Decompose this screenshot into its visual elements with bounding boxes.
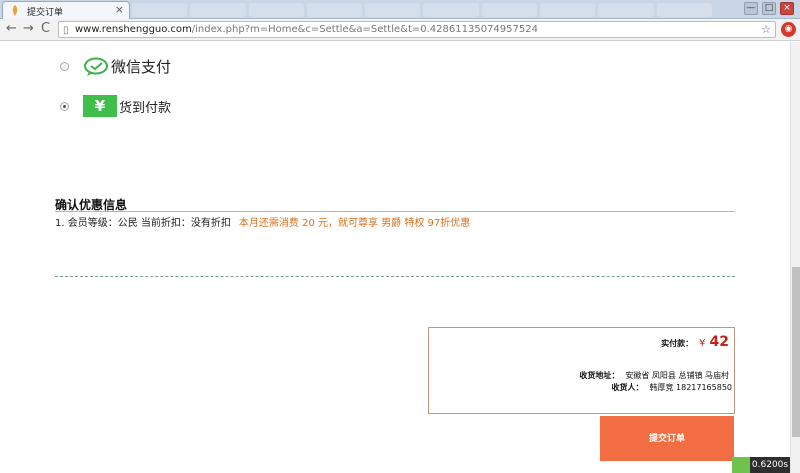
currency-symbol: ¥ bbox=[699, 338, 706, 349]
submit-order-button[interactable]: 提交订单 bbox=[600, 416, 734, 461]
page-scrollbar[interactable] bbox=[790, 42, 800, 473]
tab[interactable] bbox=[306, 3, 363, 17]
page-icon: ▯ bbox=[63, 25, 69, 36]
member-level-text: 1. 会员等级：公民 当前折扣：没有折扣 bbox=[55, 218, 231, 229]
window-controls: — □ × bbox=[744, 2, 794, 15]
receiver-value: 韩厚竞 18217165850 bbox=[649, 383, 732, 392]
address-value: 安徽省 凤阳县 总铺镇 马庙村 bbox=[625, 371, 729, 380]
payment-option-cod[interactable]: ¥ 货到付款 bbox=[60, 95, 171, 117]
url-text[interactable]: www.renshengguo.com/index.php?m=Home&c=S… bbox=[75, 22, 538, 37]
debug-timer[interactable]: 0.6200s bbox=[732, 457, 790, 473]
promo-highlight: 本月还需消费 20 元，就可尊享 男爵 特权 97折优惠 bbox=[238, 218, 471, 229]
site-favicon-icon bbox=[12, 5, 18, 16]
address-row: 收货地址： 安徽省 凤阳县 总铺镇 马庙村 bbox=[579, 370, 729, 381]
tab[interactable] bbox=[190, 3, 246, 17]
tab[interactable] bbox=[481, 3, 538, 17]
page-content: 微信支付 ¥ 货到付款 确认优惠信息 1. 会员等级：公民 当前折扣：没有折扣本… bbox=[0, 42, 790, 473]
tab-title: 提交订单 bbox=[27, 8, 64, 18]
tab[interactable] bbox=[656, 3, 712, 17]
paid-row: 实付款： ¥ 42 bbox=[661, 334, 729, 350]
cod-label: 货到付款 bbox=[119, 100, 172, 116]
address-label: 收货地址： bbox=[579, 371, 620, 380]
cod-radio[interactable] bbox=[60, 101, 69, 111]
tab[interactable] bbox=[132, 3, 188, 17]
tab-active[interactable]: 提交订单 × bbox=[2, 1, 130, 19]
tab-close-icon[interactable]: × bbox=[115, 3, 124, 16]
tab[interactable] bbox=[540, 3, 596, 17]
bookmark-star-icon[interactable]: ☆ bbox=[761, 22, 771, 37]
receiver-row: 收货人： 韩厚竞 18217165850 bbox=[611, 382, 732, 393]
timer-value: 0.6200s bbox=[750, 457, 790, 473]
tab[interactable] bbox=[248, 3, 304, 17]
debug-logo-icon bbox=[732, 457, 750, 473]
tab[interactable] bbox=[365, 3, 421, 17]
minimize-button[interactable]: — bbox=[744, 2, 758, 15]
paid-amount: 42 bbox=[709, 334, 729, 350]
browser-toolbar: ← → C ▯ www.renshengguo.com/index.php?m=… bbox=[0, 19, 800, 41]
back-arrow-icon[interactable]: ← bbox=[6, 21, 17, 36]
wechat-radio[interactable] bbox=[60, 62, 69, 71]
wechat-label: 微信支付 bbox=[111, 58, 172, 76]
promo-item: 1. 会员等级：公民 当前折扣：没有折扣 本月还需消费 20 元，就可尊享 男爵 … bbox=[55, 214, 470, 229]
scrollbar-thumb[interactable] bbox=[792, 267, 800, 437]
dotted-divider bbox=[55, 276, 735, 277]
url-host: www.renshengguo.com bbox=[75, 24, 192, 35]
maximize-button[interactable]: □ bbox=[762, 2, 776, 15]
divider bbox=[55, 211, 735, 212]
payment-option-wechat[interactable]: 微信支付 bbox=[60, 56, 171, 77]
address-bar[interactable]: ▯ www.renshengguo.com/index.php?m=Home&c… bbox=[58, 21, 776, 38]
close-window-button[interactable]: × bbox=[780, 2, 794, 15]
reload-icon[interactable]: C bbox=[41, 21, 50, 36]
other-tabs[interactable] bbox=[132, 3, 712, 17]
extension-icon[interactable]: ◉ bbox=[781, 22, 796, 37]
url-path: /index.php?m=Home&c=Settle&a=Settle&t=0.… bbox=[191, 24, 538, 35]
paid-label: 实付款： bbox=[661, 339, 694, 348]
tab-bar: 提交订单 × — □ × bbox=[0, 0, 800, 19]
receiver-label: 收货人： bbox=[611, 383, 644, 392]
yen-icon: ¥ bbox=[83, 95, 117, 117]
order-summary: 实付款： ¥ 42 收货地址： 安徽省 凤阳县 总铺镇 马庙村 收货人： 韩厚竞 1… bbox=[428, 327, 735, 414]
tab[interactable] bbox=[598, 3, 654, 17]
wechat-icon bbox=[84, 57, 108, 76]
tab[interactable] bbox=[423, 3, 479, 17]
forward-arrow-icon[interactable]: → bbox=[23, 21, 34, 36]
